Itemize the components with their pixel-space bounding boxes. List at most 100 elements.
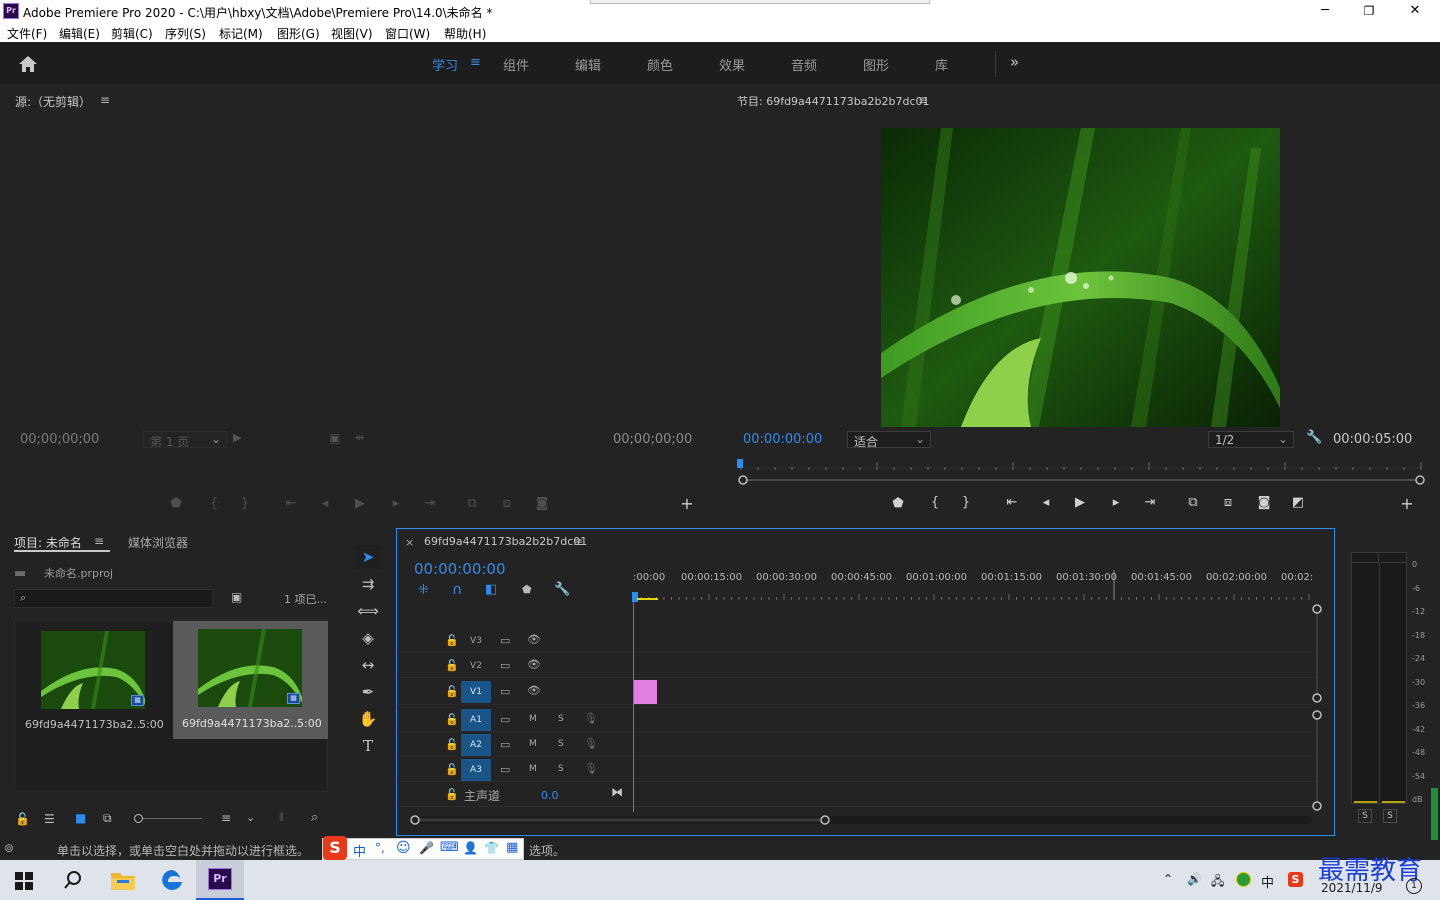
- sync-lock-icon[interactable]: ▭: [500, 659, 510, 672]
- step-back-icon[interactable]: ◂: [315, 496, 335, 511]
- go-to-out-icon[interactable]: ⇥: [1140, 495, 1160, 510]
- wrench-icon[interactable]: 🔧: [1306, 430, 1322, 445]
- tray-chinese-indicator[interactable]: 中: [1261, 872, 1274, 891]
- workspace-tab-assembly[interactable]: 组件: [503, 55, 529, 74]
- panel-menu-icon[interactable]: ≡: [100, 93, 110, 107]
- security-tray-icon[interactable]: [1236, 872, 1251, 887]
- add-marker-icon[interactable]: ⬟: [522, 583, 532, 596]
- solo-button[interactable]: S: [558, 764, 564, 774]
- workspace-tab-libraries[interactable]: 库: [935, 55, 948, 74]
- workspace-tab-audio[interactable]: 音频: [791, 55, 817, 74]
- program-time-ruler[interactable]: [737, 458, 1427, 488]
- master-volume-value[interactable]: 0.0: [541, 789, 559, 802]
- windows-start-icon[interactable]: [15, 872, 33, 890]
- track-target-a3[interactable]: A3: [461, 759, 491, 781]
- type-tool-icon[interactable]: T: [356, 734, 380, 758]
- eye-icon[interactable]: 👁: [527, 658, 541, 671]
- source-monitor-title[interactable]: 源:（无剪辑）: [15, 93, 91, 110]
- camera-icon[interactable]: ◙: [532, 496, 552, 511]
- track-target-a1[interactable]: A1: [461, 709, 491, 731]
- track-select-tool-icon[interactable]: ⇉: [356, 572, 380, 596]
- mute-button[interactable]: M: [529, 764, 537, 774]
- step-forward-icon[interactable]: ▸: [1106, 495, 1126, 510]
- volume-icon[interactable]: 🔊: [1187, 872, 1202, 886]
- add-marker-icon[interactable]: ⬟: [166, 496, 186, 511]
- sync-lock-icon[interactable]: ▭: [500, 713, 510, 726]
- automate-icon[interactable]: ⦀: [279, 811, 284, 825]
- menu-graphics[interactable]: 图形(G): [277, 25, 320, 42]
- menu-sequence[interactable]: 序列(S): [165, 25, 206, 42]
- overwrite-icon[interactable]: ⧈: [497, 496, 517, 511]
- close-button[interactable]: ✕: [1392, 0, 1438, 22]
- step-back-icon[interactable]: ◂: [1036, 495, 1056, 510]
- workspace-overflow-button[interactable]: »: [1010, 53, 1019, 71]
- chevron-down-icon[interactable]: ⌄: [246, 811, 255, 824]
- solo-right-button[interactable]: S: [1383, 809, 1397, 823]
- file-explorer-icon[interactable]: [111, 870, 135, 890]
- tab-project[interactable]: 项目: 未命名: [14, 534, 82, 551]
- sort-icon[interactable]: ≡: [221, 811, 231, 825]
- timeline-settings-wrench-icon[interactable]: 🔧: [554, 582, 570, 597]
- menu-clip[interactable]: 剪辑(C): [111, 25, 153, 42]
- microphone-icon[interactable]: 🎙: [584, 737, 598, 750]
- play-icon[interactable]: ▶: [1070, 495, 1090, 510]
- track-a3[interactable]: 🔓 A3 ▭ M S 🎙: [398, 758, 1314, 782]
- program-resolution-select[interactable]: 1/2 ⌄: [1208, 431, 1294, 448]
- mute-button[interactable]: M: [529, 739, 537, 749]
- ime-user-icon[interactable]: 👤: [463, 841, 478, 855]
- project-item[interactable]: ▦ 69fd9a4471173ba2... 5:00: [17, 623, 172, 741]
- track-target-v1[interactable]: V1: [461, 681, 491, 703]
- timeline-close-button[interactable]: ×: [405, 536, 414, 549]
- go-to-out-icon[interactable]: ⇥: [420, 496, 440, 511]
- ime-toolbox-icon[interactable]: ▦: [506, 840, 518, 855]
- sync-lock-icon[interactable]: ▭: [500, 763, 510, 776]
- ime-skin-icon[interactable]: 👕: [484, 841, 499, 855]
- freeform-view-icon[interactable]: ⧉: [103, 811, 112, 826]
- microphone-icon[interactable]: 🎙: [584, 762, 598, 775]
- lock-icon[interactable]: 🔓: [445, 713, 459, 726]
- ime-keyboard-icon[interactable]: ⌨: [440, 840, 459, 855]
- solo-button[interactable]: S: [558, 714, 564, 724]
- mute-button[interactable]: M: [529, 714, 537, 724]
- lock-icon[interactable]: 🔓: [445, 659, 459, 672]
- source-timecode-left[interactable]: 00;00;00;00: [20, 432, 99, 447]
- source-timecode-right[interactable]: 00;00;00;00: [613, 432, 692, 447]
- menu-view[interactable]: 视图(V): [331, 25, 373, 42]
- workspace-menu-icon[interactable]: ≡: [470, 55, 481, 70]
- ime-chinese-mode[interactable]: 中: [353, 841, 366, 860]
- ripple-edit-tool-icon[interactable]: ⟺: [356, 599, 380, 623]
- add-marker-icon[interactable]: ⬟: [888, 496, 908, 511]
- source-page-select[interactable]: 第 1 页 ⌄: [143, 431, 227, 449]
- solo-left-button[interactable]: S: [1358, 809, 1372, 823]
- playhead-line[interactable]: [633, 600, 634, 812]
- play-icon[interactable]: ▶: [350, 496, 370, 511]
- pen-tool-icon[interactable]: ✒: [356, 680, 380, 704]
- track-v2[interactable]: 🔓 V2 ▭ 👁: [398, 654, 1314, 678]
- track-target-v2[interactable]: V2: [461, 655, 491, 677]
- menu-help[interactable]: 帮助(H): [444, 25, 486, 42]
- sync-lock-icon[interactable]: ▭: [500, 685, 510, 698]
- add-button-icon[interactable]: +: [1397, 494, 1417, 513]
- menu-markers[interactable]: 标记(M): [219, 25, 263, 42]
- track-a2[interactable]: 🔓 A2 ▭ M S 🎙: [398, 733, 1314, 757]
- insert-icon[interactable]: ⧉: [462, 496, 482, 511]
- timeline-clip-v1[interactable]: [634, 680, 657, 704]
- project-search-input[interactable]: ⌕: [14, 589, 213, 608]
- nest-toggle-icon[interactable]: ⁜: [418, 583, 429, 598]
- ime-voice-icon[interactable]: 🎤: [419, 841, 434, 855]
- list-view-icon[interactable]: ☰: [44, 812, 55, 826]
- sync-lock-icon[interactable]: ▭: [500, 634, 510, 647]
- program-monitor-title[interactable]: 节目: 69fd9a4471173ba2b2b7dc01: [737, 93, 930, 109]
- edge-browser-icon[interactable]: [160, 868, 184, 892]
- camera-icon[interactable]: ◙: [1254, 495, 1274, 510]
- selection-tool-icon[interactable]: ➤: [356, 545, 380, 569]
- program-timecode[interactable]: 00:00:00:00: [743, 432, 822, 447]
- zoom-slider-handle[interactable]: [134, 814, 143, 823]
- workspace-tab-color[interactable]: 颜色: [647, 55, 673, 74]
- timeline-vertical-scrollbar[interactable]: [1312, 604, 1322, 811]
- snap-magnet-icon[interactable]: ∩: [452, 582, 462, 598]
- sync-lock-icon[interactable]: ▭: [500, 738, 510, 751]
- panel-menu-icon[interactable]: ≡: [573, 535, 583, 549]
- mark-in-icon[interactable]: {: [204, 496, 224, 511]
- program-video-frame[interactable]: [881, 128, 1280, 427]
